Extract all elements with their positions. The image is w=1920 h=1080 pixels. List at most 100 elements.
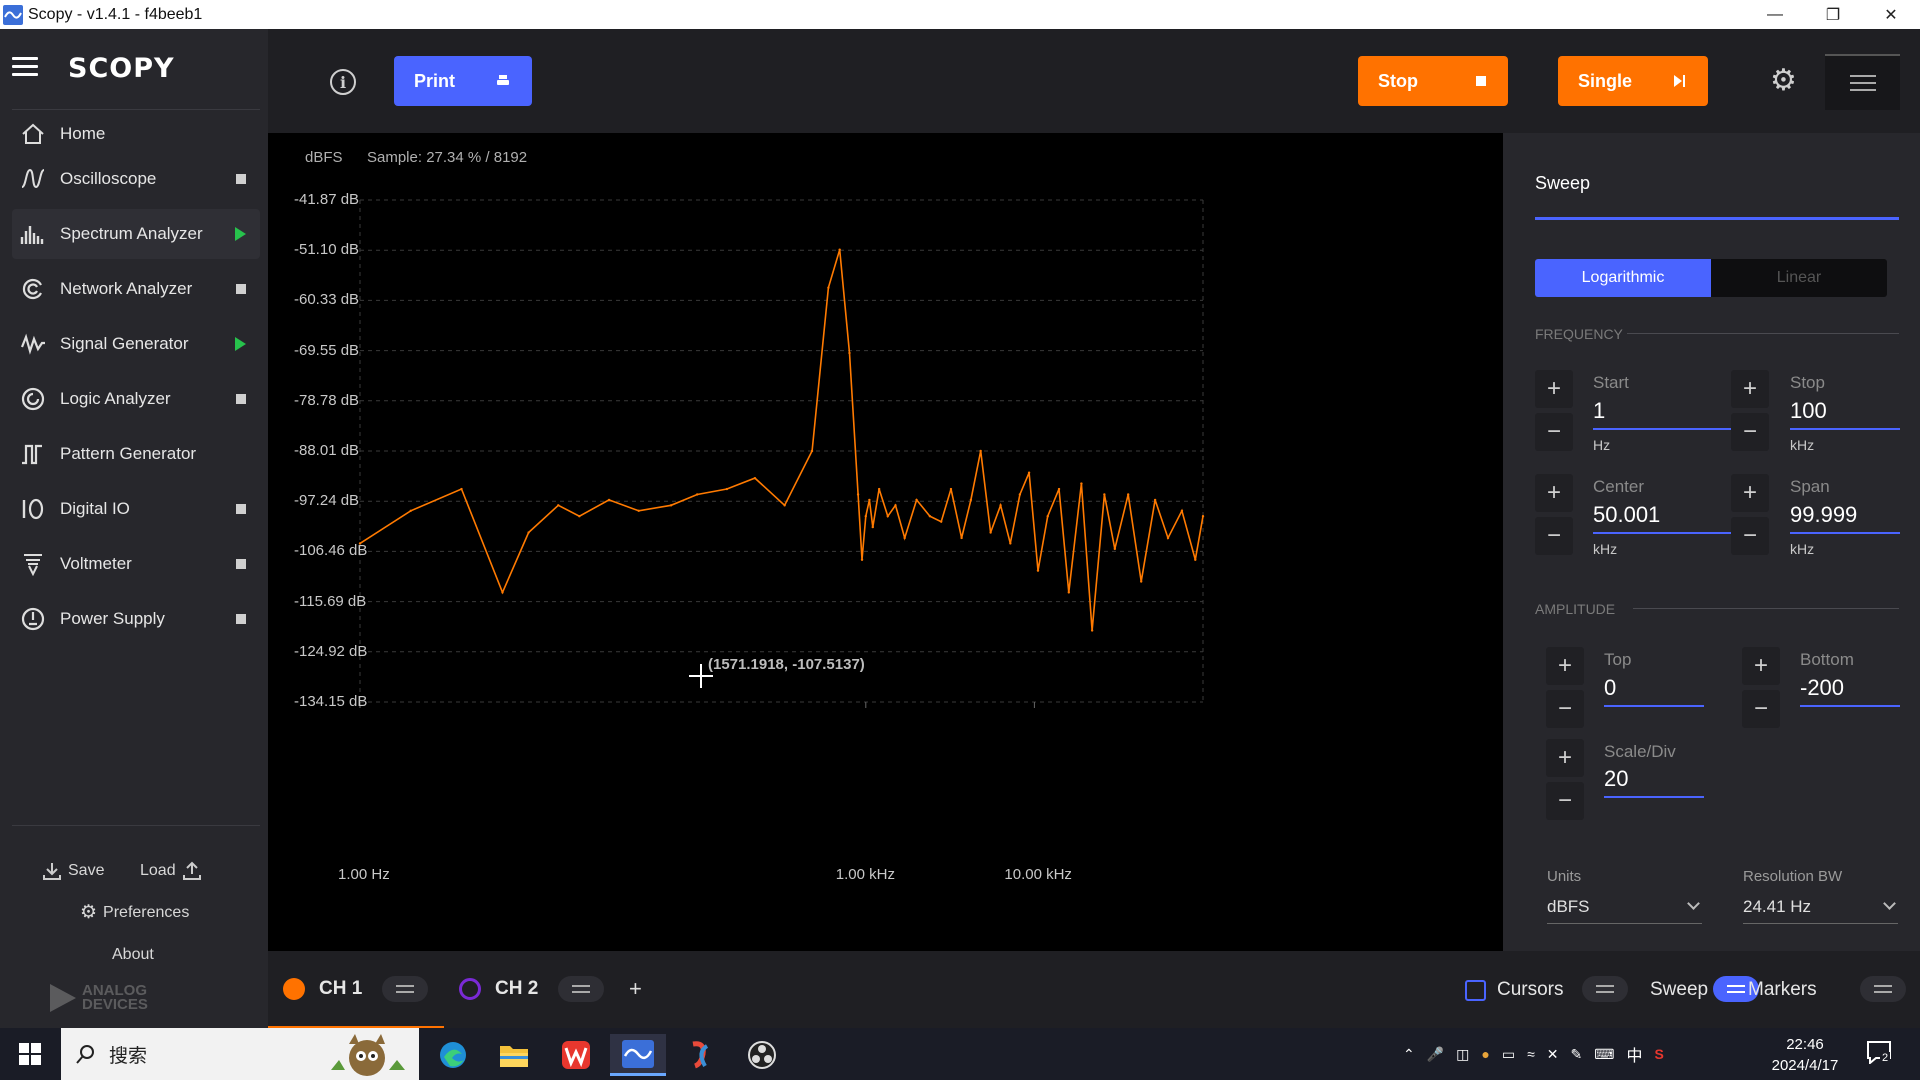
resolution-bw-label: Resolution BW <box>1743 868 1843 885</box>
scopy-taskbar-icon[interactable] <box>610 1034 666 1076</box>
channel-2-settings-button[interactable] <box>558 976 604 1002</box>
home-icon <box>18 121 48 147</box>
load-label: Load <box>140 862 176 879</box>
cursors-settings-button[interactable] <box>1582 976 1628 1002</box>
sogou-input-icon[interactable]: S <box>1655 1046 1664 1062</box>
restore-button[interactable]: ❐ <box>1804 0 1862 29</box>
logarithmic-button[interactable]: Logarithmic <box>1535 259 1711 297</box>
stop-increment-button[interactable]: + <box>1731 370 1769 408</box>
sidebar-item-label: Power Supply <box>60 609 165 628</box>
file-explorer-icon[interactable] <box>486 1034 542 1076</box>
span-increment-button[interactable]: + <box>1731 474 1769 512</box>
bottom-decrement-button[interactable]: − <box>1742 690 1780 728</box>
wifi-icon[interactable]: ≈ <box>1527 1046 1535 1062</box>
taskbar-search[interactable]: 搜索 <box>61 1028 419 1080</box>
sidebar-item-spectrum-analyzer[interactable]: Spectrum Analyzer <box>12 209 260 259</box>
spectrum-plot[interactable]: dBFS Sample: 27.34 % / 8192 -41.87 dB -51… <box>268 133 1503 951</box>
channel-1-toggle[interactable]: CH 1 <box>283 978 362 1000</box>
menu-settings-button[interactable] <box>1825 54 1900 110</box>
running-status-icon <box>235 227 246 241</box>
bottom-input[interactable]: -200 <box>1800 675 1900 707</box>
single-button[interactable]: Single <box>1558 56 1708 106</box>
channel-2-color-icon <box>459 978 481 1000</box>
stop-button[interactable]: Stop <box>1358 56 1508 106</box>
sidebar-item-home[interactable]: Home <box>12 112 260 156</box>
stop-decrement-button[interactable]: − <box>1731 413 1769 451</box>
sidebar-item-logic-analyzer[interactable]: Logic Analyzer <box>12 374 260 424</box>
stop-freq-label: Stop <box>1790 373 1825 392</box>
scale-decrement-button[interactable]: − <box>1546 782 1584 820</box>
sidebar-item-signal-generator[interactable]: Signal Generator <box>12 319 260 369</box>
add-channel-button[interactable]: + <box>629 976 642 1002</box>
span-input[interactable]: 99.999 <box>1790 502 1900 534</box>
trace-point <box>1067 591 1071 594</box>
start-decrement-button[interactable]: − <box>1535 413 1573 451</box>
preferences-button[interactable]: ⚙ Preferences <box>80 901 189 924</box>
resolution-bw-select[interactable]: 24.41 Hz <box>1743 897 1898 924</box>
top-label: Top <box>1604 650 1632 669</box>
sliders-icon <box>572 983 590 995</box>
system-tray: ⌃ 🎤 ◫ ● ▭ ≈ ✕ ✎ ⌨ 中 S <box>1403 1028 1664 1080</box>
save-button[interactable]: Save <box>42 861 104 881</box>
close-window-button[interactable]: ✕ <box>1862 0 1920 29</box>
spectrum-chart[interactable] <box>268 133 1503 951</box>
microphone-icon[interactable]: 🎤 <box>1427 1046 1444 1063</box>
sidebar-item-pattern-generator[interactable]: Pattern Generator <box>12 429 260 479</box>
span-decrement-button[interactable]: − <box>1731 517 1769 555</box>
trace-point <box>501 591 504 594</box>
info-icon[interactable]: i <box>330 69 356 95</box>
chevron-up-icon[interactable]: ⌃ <box>1403 1046 1415 1063</box>
ime-indicator[interactable]: 中 <box>1626 1042 1642 1066</box>
pen-icon[interactable]: ✎ <box>1571 1046 1583 1063</box>
cursors-checkbox[interactable] <box>1465 980 1486 1001</box>
battery-icon[interactable]: ▭ <box>1502 1046 1515 1063</box>
trace-point <box>838 248 841 251</box>
sidebar-item-digital-io[interactable]: Digital IO <box>12 484 260 534</box>
sidebar-item-oscilloscope[interactable]: Oscilloscope <box>12 154 260 204</box>
center-increment-button[interactable]: + <box>1535 474 1573 512</box>
linear-button[interactable]: Linear <box>1711 259 1887 297</box>
system-clock[interactable]: 22:46 2024/4/17 <box>1760 1034 1850 1076</box>
channel-2-toggle[interactable]: CH 2 <box>459 978 538 1000</box>
trace-point <box>1113 547 1117 551</box>
display-icon[interactable]: ◫ <box>1456 1046 1469 1063</box>
y-tick-label: -51.10 dB <box>294 241 360 259</box>
keyboard-icon[interactable]: ⌨ <box>1594 1046 1614 1063</box>
print-button[interactable]: Print <box>394 56 532 106</box>
top-decrement-button[interactable]: − <box>1546 690 1584 728</box>
stop-freq-input[interactable]: 100 <box>1790 398 1900 430</box>
edge-browser-icon[interactable] <box>425 1034 481 1076</box>
top-input[interactable]: 0 <box>1604 675 1704 707</box>
scale-div-input[interactable]: 20 <box>1604 766 1704 798</box>
center-unit-select[interactable]: kHz <box>1593 541 1617 557</box>
center-input[interactable]: 50.001 <box>1593 502 1748 534</box>
settings-gear-icon[interactable]: ⚙ <box>1770 63 1797 98</box>
minimize-button[interactable]: — <box>1746 0 1804 29</box>
app-tray-icon[interactable]: ● <box>1481 1046 1489 1062</box>
sidebar-item-power-supply[interactable]: Power Supply <box>12 594 260 644</box>
sidebar-item-voltmeter[interactable]: Voltmeter <box>12 539 260 589</box>
sidebar-item-network-analyzer[interactable]: Network Analyzer <box>12 264 260 314</box>
start-input[interactable]: 1 <box>1593 398 1748 430</box>
bottom-increment-button[interactable]: + <box>1742 647 1780 685</box>
obs-studio-icon[interactable] <box>734 1034 790 1076</box>
wps-office-icon[interactable] <box>548 1034 604 1076</box>
menu-icon[interactable] <box>12 57 38 77</box>
scale-increment-button[interactable]: + <box>1546 739 1584 777</box>
about-button[interactable]: About <box>112 946 154 964</box>
start-increment-button[interactable]: + <box>1535 370 1573 408</box>
channel-1-settings-button[interactable] <box>382 976 428 1002</box>
scopy-app-icon <box>3 4 23 25</box>
markers-settings-button[interactable] <box>1860 976 1906 1002</box>
units-select[interactable]: dBFS <box>1547 897 1702 924</box>
start-unit-select[interactable]: Hz <box>1593 437 1610 453</box>
center-decrement-button[interactable]: − <box>1535 517 1573 555</box>
trace-point <box>1194 558 1197 561</box>
app-icon-tool[interactable] <box>672 1034 728 1076</box>
y-tick-label: -78.78 dB <box>294 391 360 409</box>
windows-start-icon[interactable] <box>19 1043 41 1065</box>
load-button[interactable]: Load <box>140 861 202 881</box>
top-increment-button[interactable]: + <box>1546 647 1584 685</box>
volume-muted-icon[interactable]: ✕ <box>1547 1046 1559 1063</box>
notification-center-button[interactable]: 2 <box>1866 1040 1894 1068</box>
